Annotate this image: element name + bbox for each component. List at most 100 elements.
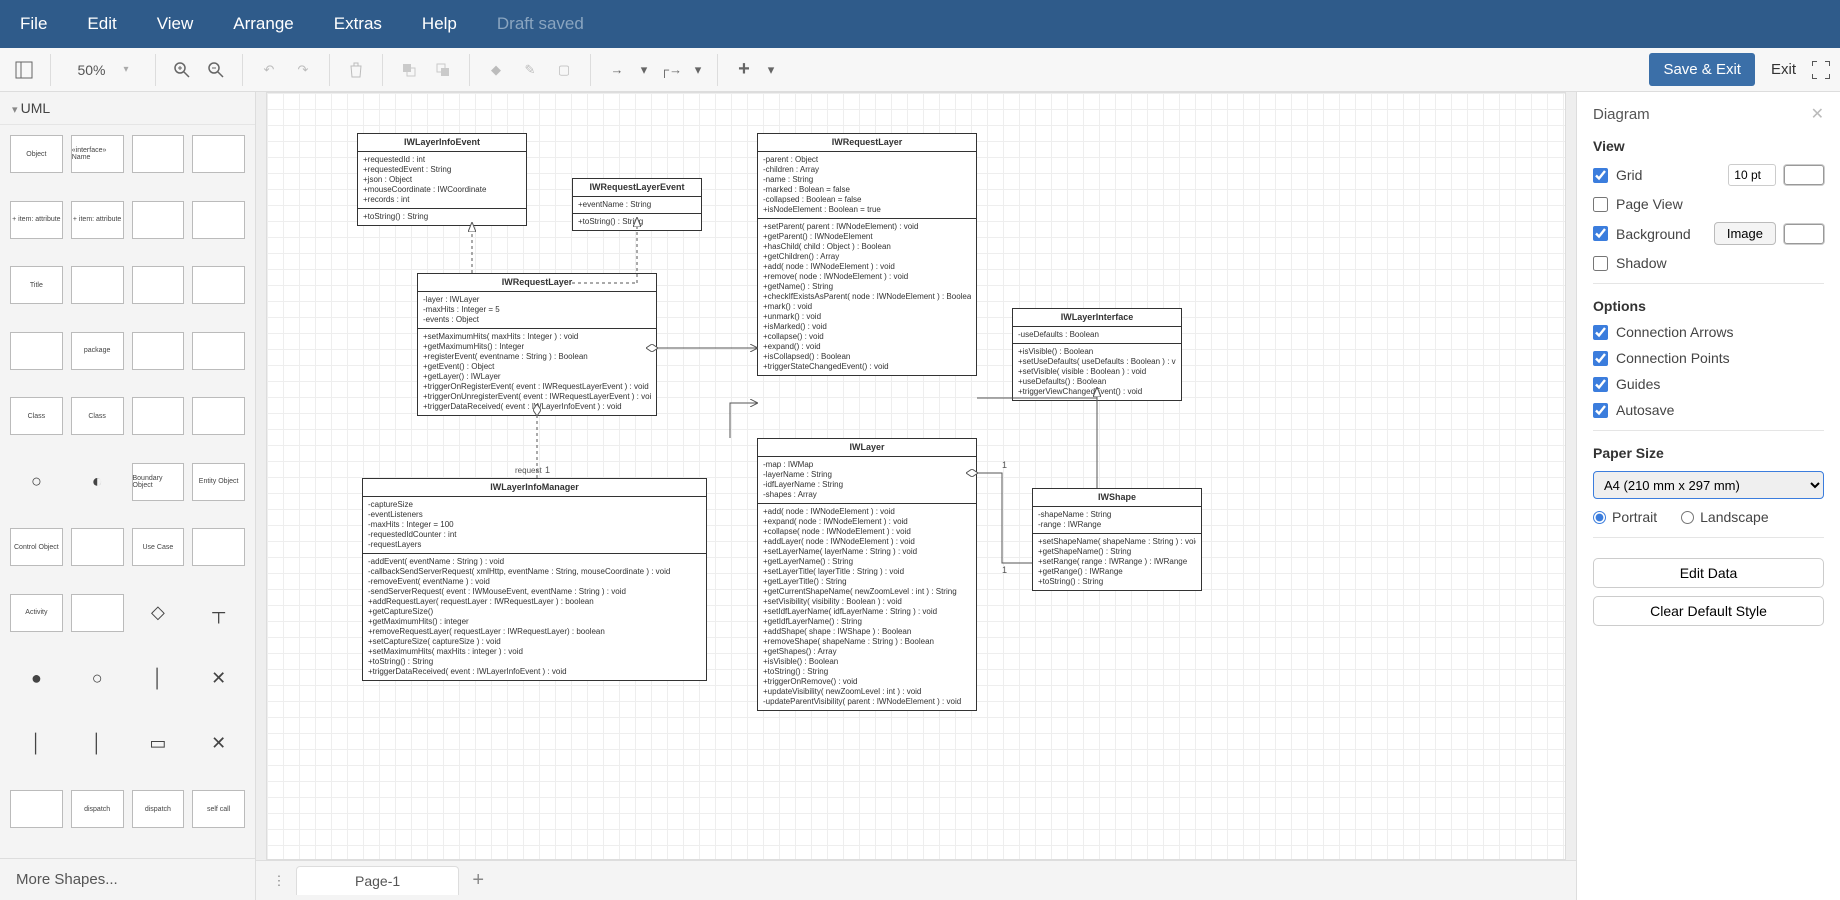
paper-size-select[interactable]: A4 (210 mm x 297 mm) [1593,471,1824,499]
to-front-icon[interactable] [395,56,423,84]
shape-palette-item[interactable]: │ [10,725,63,763]
add-icon[interactable]: + [730,56,758,84]
connection-dropdown-icon[interactable]: ▾ [637,56,651,84]
menu-file[interactable]: File [20,14,47,34]
fullscreen-icon[interactable] [1812,61,1830,79]
shape-palette-item[interactable] [192,332,245,370]
delete-icon[interactable] [342,56,370,84]
shape-palette-item[interactable]: Boundary Object [132,463,185,501]
autosave-checkbox[interactable] [1593,403,1608,418]
shape-palette-item[interactable] [192,528,245,566]
shape-palette-item[interactable]: Entity Object [192,463,245,501]
shape-palette-item[interactable]: ◐ [71,463,124,501]
shape-palette-item[interactable]: Class [10,397,63,435]
shape-palette-item[interactable]: + item: attribute [10,201,63,239]
waypoint-dropdown-icon[interactable]: ▾ [691,56,705,84]
uml-class-iwrequestlayer-mid[interactable]: IWRequestLayer-layer : IWLayer-maxHits :… [417,273,657,416]
shape-palette-item[interactable]: Object [10,135,63,173]
shape-palette-item[interactable]: Use Case [132,528,185,566]
shape-palette-item[interactable]: ▭ [132,725,185,763]
shape-palette-item[interactable]: ● [10,659,63,697]
tab-menu-icon[interactable]: ⋮ [266,868,292,894]
shape-palette-item[interactable]: «interface» Name [71,135,124,173]
shape-palette-item[interactable]: ✕ [192,659,245,697]
shape-palette-item[interactable] [132,201,185,239]
menu-help[interactable]: Help [422,14,457,34]
zoom-out-icon[interactable] [202,56,230,84]
shape-palette-item[interactable] [71,528,124,566]
more-shapes-button[interactable]: More Shapes... [0,858,255,900]
shape-palette-item[interactable]: Control Object [10,528,63,566]
add-page-button[interactable]: + [463,869,493,892]
shape-palette-item[interactable] [132,135,185,173]
shape-palette-item[interactable]: dispatch [71,790,124,828]
shape-palette-item[interactable] [10,332,63,370]
redo-icon[interactable]: ↷ [289,56,317,84]
shape-palette-item[interactable]: package [71,332,124,370]
pageview-checkbox[interactable] [1593,197,1608,212]
uml-class-iwlayerinterface[interactable]: IWLayerInterface-useDefaults : Boolean+i… [1012,308,1182,401]
menu-edit[interactable]: Edit [87,14,116,34]
menu-arrange[interactable]: Arrange [233,14,293,34]
shadow-checkbox[interactable] [1593,256,1608,271]
shape-palette-item[interactable] [10,790,63,828]
uml-class-iwshape[interactable]: IWShape-shapeName : String-range : IWRan… [1032,488,1202,591]
shape-palette-item[interactable] [192,397,245,435]
sidebar-toggle-icon[interactable] [10,56,38,84]
background-checkbox[interactable] [1593,226,1608,241]
clear-style-button[interactable]: Clear Default Style [1593,596,1824,626]
shape-palette-item[interactable]: Activity [10,594,63,632]
shape-palette-item[interactable]: │ [132,659,185,697]
guides-checkbox[interactable] [1593,377,1608,392]
menu-extras[interactable]: Extras [334,14,382,34]
background-color-swatch[interactable] [1784,224,1824,244]
shadow-icon[interactable]: ▢ [550,56,578,84]
uml-class-iwlayerinfoevent[interactable]: IWLayerInfoEvent+requestedId : int+reque… [357,133,527,226]
canvas[interactable]: IWLayerInfoEvent+requestedId : int+reque… [266,92,1566,860]
shape-palette-item[interactable] [132,332,185,370]
shape-palette-item[interactable] [192,135,245,173]
waypoint-icon[interactable]: ┌→ [657,56,685,84]
shape-palette-item[interactable]: + item: attribute [71,201,124,239]
uml-class-iwlayerinfomanager[interactable]: IWLayerInfoManager-captureSize-eventList… [362,478,707,681]
menu-view[interactable]: View [157,14,194,34]
connection-icon[interactable]: → [603,56,631,84]
shape-palette-item[interactable] [71,594,124,632]
shape-palette-item[interactable] [192,201,245,239]
page-tab-1[interactable]: Page-1 [296,866,459,895]
conn-arrows-checkbox[interactable] [1593,325,1608,340]
exit-button[interactable]: Exit [1761,53,1806,86]
shape-palette-item[interactable]: ○ [10,463,63,501]
shape-palette-item[interactable] [132,397,185,435]
shape-palette-item[interactable]: ○ [71,659,124,697]
line-color-icon[interactable]: ✎ [516,56,544,84]
shape-palette-item[interactable]: dispatch [132,790,185,828]
shape-panel-header[interactable]: UML [0,92,255,125]
shape-palette-item[interactable]: ✕ [192,725,245,763]
conn-points-checkbox[interactable] [1593,351,1608,366]
to-back-icon[interactable] [429,56,457,84]
save-exit-button[interactable]: Save & Exit [1649,53,1755,86]
shape-palette-item[interactable]: Title [10,266,63,304]
edit-data-button[interactable]: Edit Data [1593,558,1824,588]
add-dropdown-icon[interactable]: ▾ [764,56,778,84]
grid-color-swatch[interactable] [1784,165,1824,185]
portrait-radio[interactable] [1593,511,1606,524]
uml-class-iwrequestlayerevent[interactable]: IWRequestLayerEvent+eventName : String+t… [572,178,702,231]
shape-palette-item[interactable]: Class [71,397,124,435]
shape-palette-item[interactable]: │ [71,725,124,763]
uml-class-iwrequestlayer-top[interactable]: IWRequestLayer-parent : Object-children … [757,133,977,376]
grid-size-input[interactable] [1728,164,1776,186]
image-button[interactable]: Image [1714,222,1776,245]
shape-palette-item[interactable]: ◇ [132,594,185,632]
grid-checkbox[interactable] [1593,168,1608,183]
shape-palette-item[interactable] [132,266,185,304]
shape-palette-item[interactable]: self call [192,790,245,828]
shape-palette-item[interactable] [192,266,245,304]
shape-palette-item[interactable] [71,266,124,304]
fill-color-icon[interactable]: ◆ [482,56,510,84]
panel-close-icon[interactable]: ✕ [1811,104,1824,124]
shape-palette-item[interactable]: ┬ [192,594,245,632]
landscape-radio[interactable] [1681,511,1694,524]
uml-class-iwlayer[interactable]: IWLayer-map : IWMap-layerName : String-i… [757,438,977,711]
